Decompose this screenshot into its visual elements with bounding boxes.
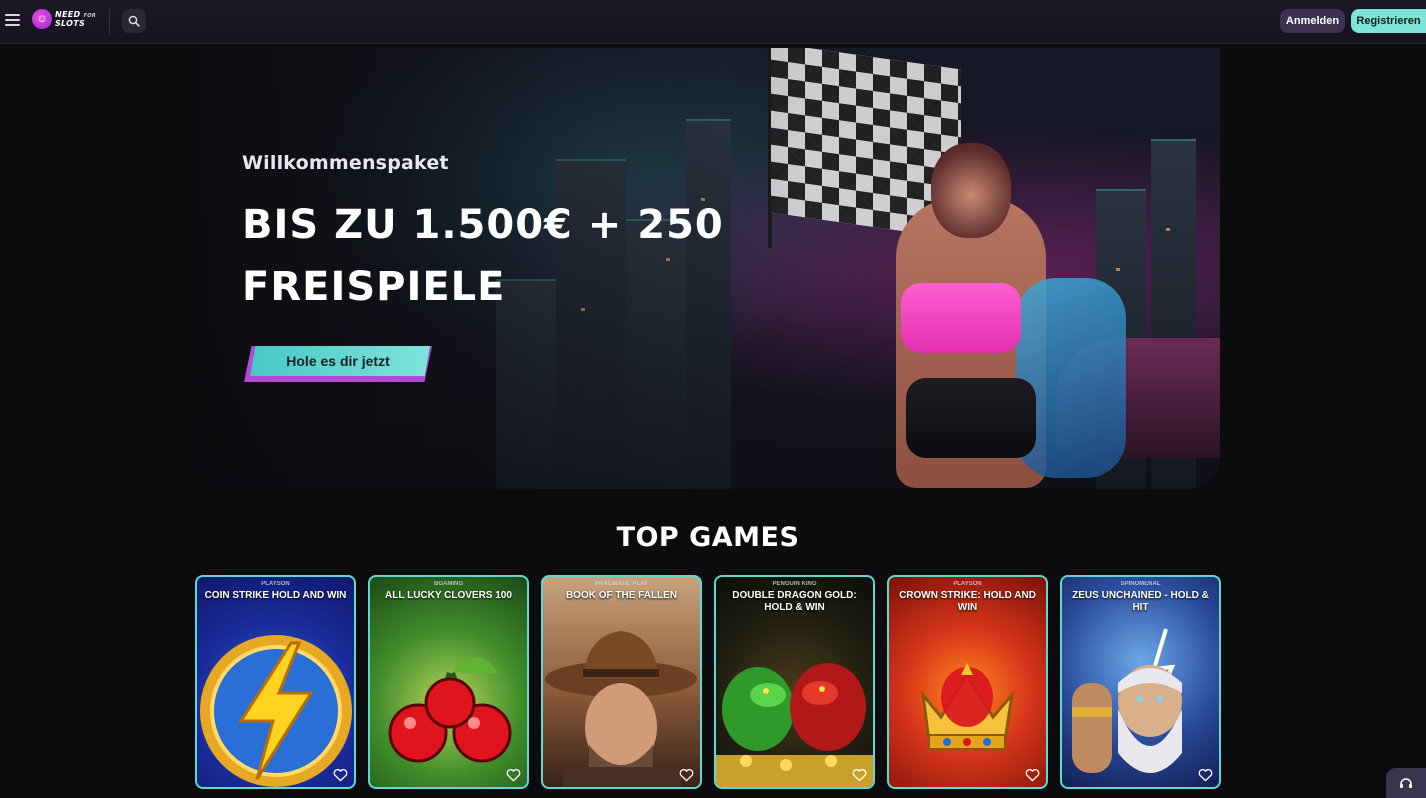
zeus-portrait bbox=[1072, 628, 1182, 773]
heart-outline-icon[interactable] bbox=[1025, 768, 1040, 782]
cowboy-portrait bbox=[545, 631, 697, 787]
search-button[interactable] bbox=[122, 9, 146, 33]
game-provider: PRAGMATIC PLAY bbox=[594, 581, 648, 587]
hero-eyebrow: Willkommenspaket bbox=[242, 152, 449, 174]
hero-title-line-1: BIS ZU 1.500€ + 250 bbox=[242, 202, 724, 248]
site-logo[interactable]: ☺ NEED FOR SLOTS bbox=[32, 9, 96, 29]
header-divider bbox=[109, 9, 110, 34]
game-card[interactable]: SPINOMENAL ZEUS UNCHAINED - HOLD & HIT bbox=[1060, 575, 1221, 789]
hero-title: BIS ZU 1.500€ + 250 FREISPIELE bbox=[242, 194, 762, 318]
login-button[interactable]: Anmelden bbox=[1280, 9, 1345, 33]
game-provider: SPINOMENAL bbox=[1120, 581, 1161, 587]
game-title: ALL LUCKY CLOVERS 100 bbox=[385, 590, 512, 601]
heart-outline-icon[interactable] bbox=[333, 768, 348, 782]
game-card[interactable]: BGAMING ALL LUCKY CLOVERS 100 bbox=[368, 575, 529, 789]
headset-icon bbox=[1400, 778, 1412, 788]
dragons-icon bbox=[716, 663, 873, 787]
game-provider: BGAMING bbox=[434, 581, 463, 587]
heart-outline-icon[interactable] bbox=[506, 768, 521, 782]
game-title: CROWN STRIKE: HOLD AND WIN bbox=[899, 590, 1036, 613]
lightning-coin-icon bbox=[200, 635, 352, 787]
game-card[interactable]: PLAYSON CROWN STRIKE: HOLD AND WIN bbox=[887, 575, 1048, 789]
game-card[interactable]: PLAYSON COIN STRIKE HOLD AND WIN bbox=[195, 575, 356, 789]
heart-outline-icon[interactable] bbox=[1198, 768, 1213, 782]
logo-mark-icon: ☺ bbox=[32, 9, 52, 29]
game-title: ZEUS UNCHAINED - HOLD & HIT bbox=[1072, 590, 1209, 613]
game-card[interactable]: PENGUIN KING DOUBLE DRAGON GOLD: HOLD & … bbox=[714, 575, 875, 789]
cta-label: Hole es dir jetzt bbox=[286, 353, 390, 369]
top-games-title: TOP GAMES bbox=[616, 522, 800, 553]
support-chat-button[interactable] bbox=[1386, 768, 1426, 798]
search-icon bbox=[128, 15, 140, 27]
logo-wordmark: NEED FOR SLOTS bbox=[55, 9, 96, 28]
game-card[interactable]: PRAGMATIC PLAY BOOK OF THE FALLEN bbox=[541, 575, 702, 789]
hamburger-menu-icon[interactable] bbox=[5, 13, 20, 27]
game-provider: PLAYSON bbox=[953, 581, 982, 587]
hero-title-line-2: FREISPIELE bbox=[242, 264, 506, 310]
cherries-icon bbox=[388, 657, 512, 763]
register-button[interactable]: Registrieren bbox=[1351, 9, 1426, 33]
crown-icon bbox=[920, 663, 1015, 750]
claim-bonus-button[interactable]: Hole es dir jetzt bbox=[244, 346, 432, 382]
top-navigation-bar: ☺ NEED FOR SLOTS Anmelden Registrieren bbox=[0, 0, 1426, 44]
heart-outline-icon[interactable] bbox=[679, 768, 694, 782]
game-title: DOUBLE DRAGON GOLD: HOLD & WIN bbox=[732, 590, 857, 613]
game-title: COIN STRIKE HOLD AND WIN bbox=[204, 590, 347, 601]
game-title: BOOK OF THE FALLEN bbox=[565, 590, 678, 601]
top-games-row: PLAYSON COIN STRIKE HOLD AND WIN BGAMING… bbox=[195, 575, 1221, 789]
game-provider: PENGUIN KING bbox=[772, 581, 817, 587]
game-provider: PLAYSON bbox=[261, 581, 290, 587]
heart-outline-icon[interactable] bbox=[852, 768, 867, 782]
